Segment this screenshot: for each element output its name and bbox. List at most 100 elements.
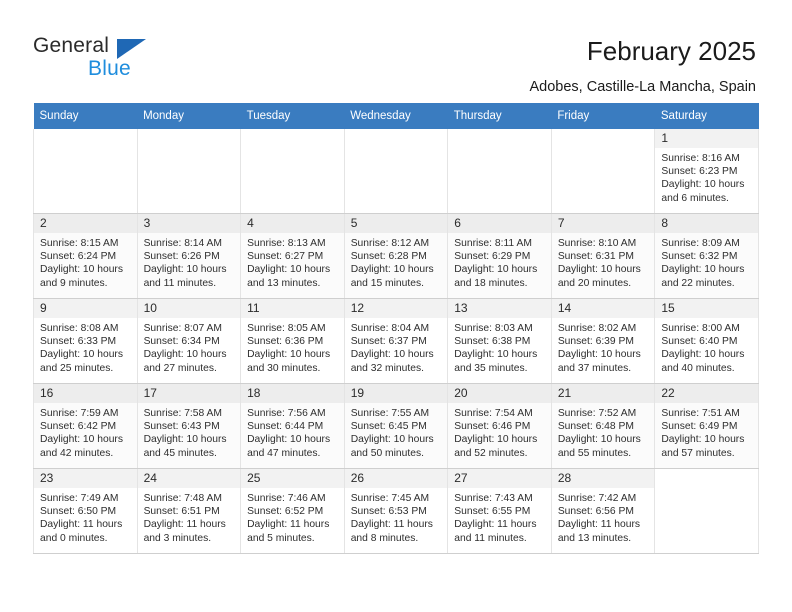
daylight-text: Daylight: 10 hours and 40 minutes. — [661, 349, 745, 374]
calendar-cell-inner: 22 Sunrise: 7:51 AM Sunset: 6:49 PM Dayligh… — [655, 384, 758, 468]
generalblue-logo[interactable]: General Blue — [33, 34, 213, 86]
day-number: 2 — [34, 214, 137, 233]
day-sun-info: Sunrise: 7:51 AM Sunset: 6:49 PM Daylight:… — [655, 403, 758, 460]
calendar-day-cell[interactable]: 8 Sunrise: 8:09 AM Sunset: 6:32 PM Daylight… — [654, 213, 759, 299]
day-number: 28 — [551, 469, 655, 488]
day-number: 19 — [344, 384, 448, 403]
sunset-text: Sunset: 6:53 PM — [350, 506, 427, 518]
day-sun-info: Sunrise: 7:49 AM Sunset: 6:50 PM Daylight:… — [34, 488, 137, 545]
calendar-cell-inner: 14 Sunrise: 8:02 AM Sunset: 6:39 PM Dayligh… — [551, 299, 655, 383]
sunrise-text: Sunrise: 7:49 AM — [40, 493, 119, 504]
calendar-day-cell[interactable]: 27 Sunrise: 7:43 AM Sunset: 6:55 PM Dayligh… — [447, 468, 552, 554]
sunrise-text: Sunrise: 8:11 AM — [454, 238, 532, 249]
day-sun-info: Sunrise: 7:42 AM Sunset: 6:56 PM Daylight:… — [552, 488, 655, 545]
sunset-text: Sunset: 6:55 PM — [454, 506, 531, 518]
sunset-text: Sunset: 6:27 PM — [247, 251, 324, 263]
calendar-day-cell[interactable]: 19 Sunrise: 7:55 AM Sunset: 6:45 PM Dayligh… — [343, 383, 449, 469]
sunrise-text: Sunrise: 7:55 AM — [350, 408, 430, 419]
day-sun-info: Sunrise: 7:46 AM Sunset: 6:52 PM Daylight:… — [241, 488, 344, 545]
weekday-header-row: Sunday Monday Tuesday Wednesday Thursday… — [33, 103, 759, 129]
daylight-text: Daylight: 10 hours and 32 minutes. — [350, 349, 434, 374]
calendar-day-cell[interactable]: 23 Sunrise: 7:49 AM Sunset: 6:50 PM Dayligh… — [33, 468, 138, 554]
calendar-cell-inner: 25 Sunrise: 7:46 AM Sunset: 6:52 PM Dayligh… — [241, 469, 344, 553]
sunset-text: Sunset: 6:36 PM — [247, 336, 324, 348]
day-number: 13 — [448, 299, 551, 318]
calendar-day-cell[interactable]: 10 Sunrise: 8:07 AM Sunset: 6:34 PM Dayligh… — [136, 298, 242, 384]
calendar-day-cell[interactable]: 15 Sunrise: 8:00 AM Sunset: 6:40 PM Dayligh… — [654, 298, 759, 384]
sunrise-sunset-calendar: Sunday Monday Tuesday Wednesday Thursday… — [33, 103, 759, 554]
calendar-day-cell[interactable]: 24 Sunrise: 7:48 AM Sunset: 6:51 PM Dayligh… — [136, 468, 242, 554]
calendar-day-cell[interactable]: 6 Sunrise: 8:11 AM Sunset: 6:29 PM Daylight… — [447, 213, 552, 299]
logo-text-blue: Blue — [88, 57, 131, 80]
sunset-text: Sunset: 6:52 PM — [247, 506, 324, 518]
sunrise-text: Sunrise: 8:10 AM — [557, 238, 637, 249]
calendar-cell-inner — [34, 129, 137, 213]
calendar-day-cell[interactable]: 20 Sunrise: 7:54 AM Sunset: 6:46 PM Dayligh… — [447, 383, 552, 469]
sunset-text: Sunset: 6:40 PM — [661, 336, 738, 348]
day-number: 14 — [551, 299, 655, 318]
day-number: 8 — [655, 214, 758, 233]
sunset-text: Sunset: 6:23 PM — [661, 166, 738, 178]
calendar-day-cell[interactable]: 5 Sunrise: 8:12 AM Sunset: 6:28 PM Daylight… — [343, 213, 449, 299]
calendar-body: 1 Sunrise: 8:16 AM Sunset: 6:23 PM Daylight… — [33, 129, 759, 554]
calendar-day-cell[interactable]: 13 Sunrise: 8:03 AM Sunset: 6:38 PM Dayligh… — [447, 298, 552, 384]
calendar-day-cell[interactable]: 26 Sunrise: 7:45 AM Sunset: 6:53 PM Dayligh… — [343, 468, 449, 554]
page-title: February 2025 — [586, 36, 756, 66]
calendar-day-cell[interactable]: 11 Sunrise: 8:05 AM Sunset: 6:36 PM Dayligh… — [240, 298, 345, 384]
calendar-day-cell[interactable]: 25 Sunrise: 7:46 AM Sunset: 6:52 PM Dayligh… — [240, 468, 345, 554]
daylight-text: Daylight: 10 hours and 35 minutes. — [454, 349, 538, 374]
sunset-text: Sunset: 6:24 PM — [40, 251, 117, 263]
sunset-text: Sunset: 6:49 PM — [661, 421, 738, 433]
calendar-cell-inner: 21 Sunrise: 7:52 AM Sunset: 6:48 PM Dayligh… — [551, 384, 655, 468]
calendar-day-cell[interactable]: 17 Sunrise: 7:58 AM Sunset: 6:43 PM Dayligh… — [136, 383, 242, 469]
calendar-cell-inner: 19 Sunrise: 7:55 AM Sunset: 6:45 PM Dayligh… — [344, 384, 448, 468]
calendar-day-cell[interactable]: 21 Sunrise: 7:52 AM Sunset: 6:48 PM Dayligh… — [550, 383, 656, 469]
logo-triangle-icon — [117, 39, 146, 59]
calendar-cell-inner: 2 Sunrise: 8:15 AM Sunset: 6:24 PM Daylight… — [34, 214, 137, 298]
day-sun-info: Sunrise: 7:52 AM Sunset: 6:48 PM Daylight:… — [552, 403, 655, 460]
sunrise-text: Sunrise: 8:09 AM — [661, 238, 740, 249]
weekday-header-wednesday: Wednesday — [344, 103, 448, 129]
daylight-text: Daylight: 10 hours and 57 minutes. — [661, 434, 745, 459]
calendar-day-cell[interactable]: 7 Sunrise: 8:10 AM Sunset: 6:31 PM Daylight… — [550, 213, 656, 299]
calendar-day-cell[interactable]: 3 Sunrise: 8:14 AM Sunset: 6:26 PM Daylight… — [136, 213, 242, 299]
sunrise-text: Sunrise: 8:15 AM — [40, 238, 119, 249]
calendar-cell-inner — [448, 129, 551, 213]
weekday-header-thursday: Thursday — [447, 103, 552, 129]
calendar-cell-inner: 4 Sunrise: 8:13 AM Sunset: 6:27 PM Daylight… — [241, 214, 344, 298]
calendar-day-cell[interactable]: 22 Sunrise: 7:51 AM Sunset: 6:49 PM Dayligh… — [654, 383, 759, 469]
calendar-day-cell[interactable]: 18 Sunrise: 7:56 AM Sunset: 6:44 PM Dayligh… — [240, 383, 345, 469]
calendar-cell-inner: 10 Sunrise: 8:07 AM Sunset: 6:34 PM Dayligh… — [137, 299, 241, 383]
day-sun-info: Sunrise: 8:05 AM Sunset: 6:36 PM Daylight:… — [241, 318, 344, 375]
calendar-cell-inner: 11 Sunrise: 8:05 AM Sunset: 6:36 PM Dayligh… — [241, 299, 344, 383]
calendar-day-cell[interactable]: 16 Sunrise: 7:59 AM Sunset: 6:42 PM Dayligh… — [33, 383, 138, 469]
day-sun-info: Sunrise: 8:13 AM Sunset: 6:27 PM Daylight:… — [241, 233, 344, 290]
page-location-subtitle: Adobes, Castille-La Mancha, Spain — [529, 79, 757, 95]
sunset-text: Sunset: 6:37 PM — [350, 336, 427, 348]
calendar-day-cell[interactable]: 1 Sunrise: 8:16 AM Sunset: 6:23 PM Daylight… — [654, 129, 759, 214]
calendar-cell-inner: 1 Sunrise: 8:16 AM Sunset: 6:23 PM Daylight… — [655, 129, 758, 213]
calendar-cell-empty — [550, 129, 656, 214]
calendar-day-cell[interactable]: 4 Sunrise: 8:13 AM Sunset: 6:27 PM Daylight… — [240, 213, 345, 299]
day-sun-info: Sunrise: 8:11 AM Sunset: 6:29 PM Daylight:… — [448, 233, 551, 290]
daylight-text: Daylight: 11 hours and 3 minutes. — [143, 519, 226, 544]
calendar-day-cell[interactable]: 12 Sunrise: 8:04 AM Sunset: 6:37 PM Dayligh… — [343, 298, 449, 384]
day-sun-info: Sunrise: 8:16 AM Sunset: 6:23 PM Daylight:… — [655, 148, 758, 205]
calendar-day-cell[interactable]: 28 Sunrise: 7:42 AM Sunset: 6:56 PM Dayligh… — [550, 468, 656, 554]
daylight-text: Daylight: 10 hours and 50 minutes. — [350, 434, 434, 459]
calendar-day-cell[interactable]: 14 Sunrise: 8:02 AM Sunset: 6:39 PM Dayligh… — [550, 298, 656, 384]
day-sun-info: Sunrise: 8:10 AM Sunset: 6:31 PM Daylight:… — [552, 233, 655, 290]
calendar-cell-inner: 12 Sunrise: 8:04 AM Sunset: 6:37 PM Dayligh… — [344, 299, 448, 383]
calendar-day-cell[interactable]: 9 Sunrise: 8:08 AM Sunset: 6:33 PM Daylight… — [33, 298, 138, 384]
daylight-text: Daylight: 10 hours and 42 minutes. — [40, 434, 123, 459]
calendar-cell-inner: 6 Sunrise: 8:11 AM Sunset: 6:29 PM Daylight… — [448, 214, 551, 298]
sunset-text: Sunset: 6:34 PM — [143, 336, 220, 348]
sunset-text: Sunset: 6:43 PM — [143, 421, 220, 433]
sunrise-text: Sunrise: 8:14 AM — [143, 238, 222, 249]
sunset-text: Sunset: 6:29 PM — [454, 251, 531, 263]
calendar-day-cell[interactable]: 2 Sunrise: 8:15 AM Sunset: 6:24 PM Daylight… — [33, 213, 138, 299]
sunset-text: Sunset: 6:31 PM — [557, 251, 634, 263]
sunrise-text: Sunrise: 7:43 AM — [454, 493, 533, 504]
sunrise-text: Sunrise: 7:51 AM — [661, 408, 740, 419]
sunrise-text: Sunrise: 8:16 AM — [661, 153, 740, 164]
